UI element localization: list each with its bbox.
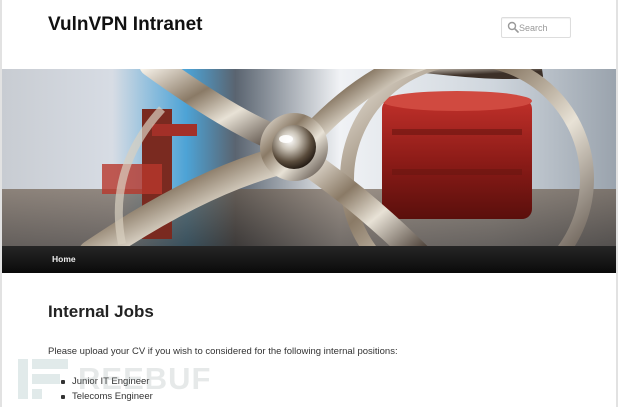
page-title: Internal Jobs [48,302,154,321]
page: VulnVPN Intranet Search Home Internal Jo… [2,0,616,407]
main-nav: Home [2,246,616,273]
search-icon [507,21,519,33]
intro-text: Please upload your CV if you wish to con… [48,346,398,357]
watermark: REEBUF [18,357,214,401]
freebuf-logo-icon [18,359,68,399]
search-input[interactable] [519,18,569,37]
header-banner-image [2,69,616,246]
watermark-text: REEBUF [78,361,212,396]
site-title[interactable]: VulnVPN Intranet [48,14,202,36]
search-box[interactable] [501,17,571,38]
nav-item-home[interactable]: Home [44,246,84,273]
